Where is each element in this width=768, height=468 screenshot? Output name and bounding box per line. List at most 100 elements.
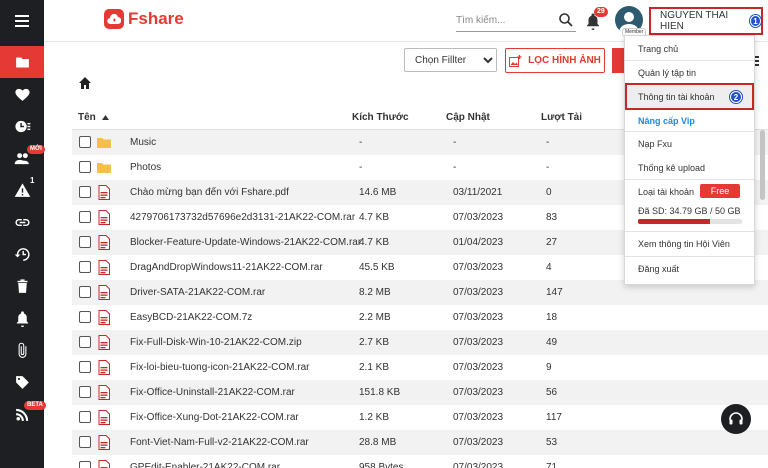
row-checkbox[interactable] [79, 286, 91, 298]
sidebar-item-attachments[interactable] [0, 334, 44, 366]
sidebar-item-tags[interactable] [0, 366, 44, 398]
sidebar-item-favorites[interactable] [0, 78, 44, 110]
folder-icon [97, 135, 111, 150]
filter-select[interactable]: Chọn Fillter [404, 48, 497, 72]
table-row[interactable]: Fix-Office-Uninstall-21AK22-COM.rar 151.8… [72, 380, 768, 405]
file-name[interactable]: Driver-SATA-21AK22-COM.rar [130, 287, 265, 298]
file-downloads: - [546, 137, 550, 148]
sidebar-item-reports[interactable]: 1 [0, 174, 44, 206]
file-date: - [453, 137, 457, 148]
menu-item-home[interactable]: Trang chủ [625, 44, 754, 54]
heart-icon [14, 88, 30, 101]
image-filter-button[interactable]: LỌC HÌNH ẢNH [505, 48, 605, 73]
row-checkbox[interactable] [79, 211, 91, 223]
menu-item-account-info[interactable]: Thông tin tài khoản 2 [625, 83, 754, 110]
file-name[interactable]: Fix-Office-Xung-Dot-21AK22-COM.rar [130, 412, 299, 423]
row-checkbox[interactable] [79, 261, 91, 273]
file-icon [97, 235, 111, 250]
menu-item-upgrade-vip[interactable]: Nâng cấp Vip [625, 116, 754, 126]
brand-name: Fshare [128, 9, 184, 28]
quota-progress-bar [638, 219, 742, 224]
file-downloads: 4 [546, 262, 552, 273]
row-checkbox[interactable] [79, 386, 91, 398]
sidebar-item-trash[interactable] [0, 270, 44, 302]
sidebar-item-history[interactable] [0, 238, 44, 270]
row-checkbox[interactable] [79, 336, 91, 348]
file-name[interactable]: 4279706173732d57696e2d3131-21AK22-COM.ra… [130, 212, 355, 223]
file-downloads: 56 [546, 387, 558, 398]
sidebar-item-notifications[interactable] [0, 302, 44, 334]
row-checkbox[interactable] [79, 361, 91, 373]
row-checkbox[interactable] [79, 311, 91, 323]
menu-item-file-manager[interactable]: Quản lý tập tin [625, 68, 754, 78]
file-name[interactable]: DragAndDropWindows11-21AK22-COM.rar [130, 262, 323, 273]
user-name: NGUYEN THAI HIEN [660, 10, 729, 32]
file-name[interactable]: Blocker-Feature-Update-Windows-21AK22-CO… [130, 237, 361, 248]
search-icon[interactable] [558, 12, 574, 28]
file-name[interactable]: Chào mừng bạn đến với Fshare.pdf [130, 187, 289, 198]
notification-count-badge: 29 [594, 7, 608, 17]
row-checkbox[interactable] [79, 236, 91, 248]
hamburger-icon [15, 15, 29, 27]
support-button[interactable] [721, 404, 751, 434]
row-checkbox[interactable] [79, 186, 91, 198]
sidebar-item-feed[interactable]: BETA [0, 398, 46, 430]
file-date: 07/03/2023 [453, 412, 504, 423]
file-date: 07/03/2023 [453, 437, 504, 448]
file-date: 07/03/2023 [453, 362, 504, 373]
file-name[interactable]: Fix-Full-Disk-Win-10-21AK22-COM.zip [130, 337, 302, 348]
table-row[interactable]: Font-Viet-Nam-Full-v2-21AK22-COM.rar 28.8… [72, 430, 768, 455]
table-row[interactable]: EasyBCD-21AK22-COM.7z 2.2 MB 07/03/2023 18 [72, 305, 768, 330]
menu-item-topup[interactable]: Nạp Fxu [625, 139, 754, 149]
file-name[interactable]: Fix-loi-bieu-tuong-icon-21AK22-COM.rar [130, 362, 310, 373]
row-checkbox[interactable] [79, 161, 91, 173]
folder-icon [15, 57, 29, 67]
sidebar-item-links[interactable] [0, 206, 44, 238]
column-updated-header[interactable]: Cập Nhật [446, 112, 490, 123]
column-size-header[interactable]: Kích Thước [352, 112, 409, 123]
file-name[interactable]: Photos [130, 162, 161, 173]
file-size: - [359, 137, 363, 148]
sidebar-item-recent[interactable] [0, 110, 44, 142]
sidebar-item-shared[interactable]: MỚI [0, 142, 45, 174]
file-size: 2.7 KB [359, 337, 390, 348]
row-checkbox[interactable] [79, 411, 91, 423]
column-name-label: Tên [78, 112, 96, 123]
file-date: 07/03/2023 [453, 312, 504, 323]
file-name[interactable]: Font-Viet-Nam-Full-v2-21AK22-COM.rar [130, 437, 309, 448]
home-breadcrumb-icon[interactable] [78, 76, 92, 90]
sidebar-item-files[interactable] [0, 46, 44, 78]
row-checkbox[interactable] [79, 136, 91, 148]
search-input[interactable] [456, 10, 556, 30]
column-name-header[interactable]: Tên [78, 112, 109, 123]
menu-item-upload-stats[interactable]: Thống kê upload [625, 163, 754, 173]
menu-divider [625, 256, 754, 257]
menu-divider [625, 131, 754, 132]
file-date: 07/03/2023 [453, 262, 504, 273]
file-size: 14.6 MB [359, 187, 397, 198]
table-row[interactable]: Fix-Office-Xung-Dot-21AK22-COM.rar 1.2 KB… [72, 405, 768, 430]
file-downloads: 0 [546, 187, 552, 198]
logo[interactable]: Fshare [104, 9, 184, 29]
file-date: 07/03/2023 [453, 337, 504, 348]
bell-icon [16, 310, 28, 327]
file-name[interactable]: EasyBCD-21AK22-COM.7z [130, 312, 252, 323]
file-name[interactable]: GPEdit-Enabler-21AK22-COM.rar [130, 462, 280, 468]
table-row[interactable]: Fix-Full-Disk-Win-10-21AK22-COM.zip 2.7 K… [72, 330, 768, 355]
table-row[interactable]: Fix-loi-bieu-tuong-icon-21AK22-COM.rar 2.… [72, 355, 768, 380]
menu-item-logout[interactable]: Đăng xuất [625, 264, 754, 274]
scrollbar[interactable] [760, 130, 765, 200]
user-menu-button[interactable]: NGUYEN THAI HIEN 1 [649, 7, 763, 35]
table-row[interactable]: GPEdit-Enabler-21AK22-COM.rar 958 Bytes 07… [72, 455, 768, 468]
menu-toggle-button[interactable] [0, 0, 44, 42]
row-checkbox[interactable] [79, 461, 91, 468]
row-checkbox[interactable] [79, 436, 91, 448]
file-name[interactable]: Fix-Office-Uninstall-21AK22-COM.rar [130, 387, 295, 398]
file-icon [97, 435, 111, 450]
menu-item-member-info[interactable]: Xem thông tin Hội Viên [625, 239, 754, 249]
file-icon [97, 385, 111, 400]
file-icon [97, 310, 111, 325]
file-name[interactable]: Music [130, 137, 156, 148]
file-icon [97, 335, 111, 350]
column-downloads-header[interactable]: Lượt Tải [541, 112, 582, 123]
